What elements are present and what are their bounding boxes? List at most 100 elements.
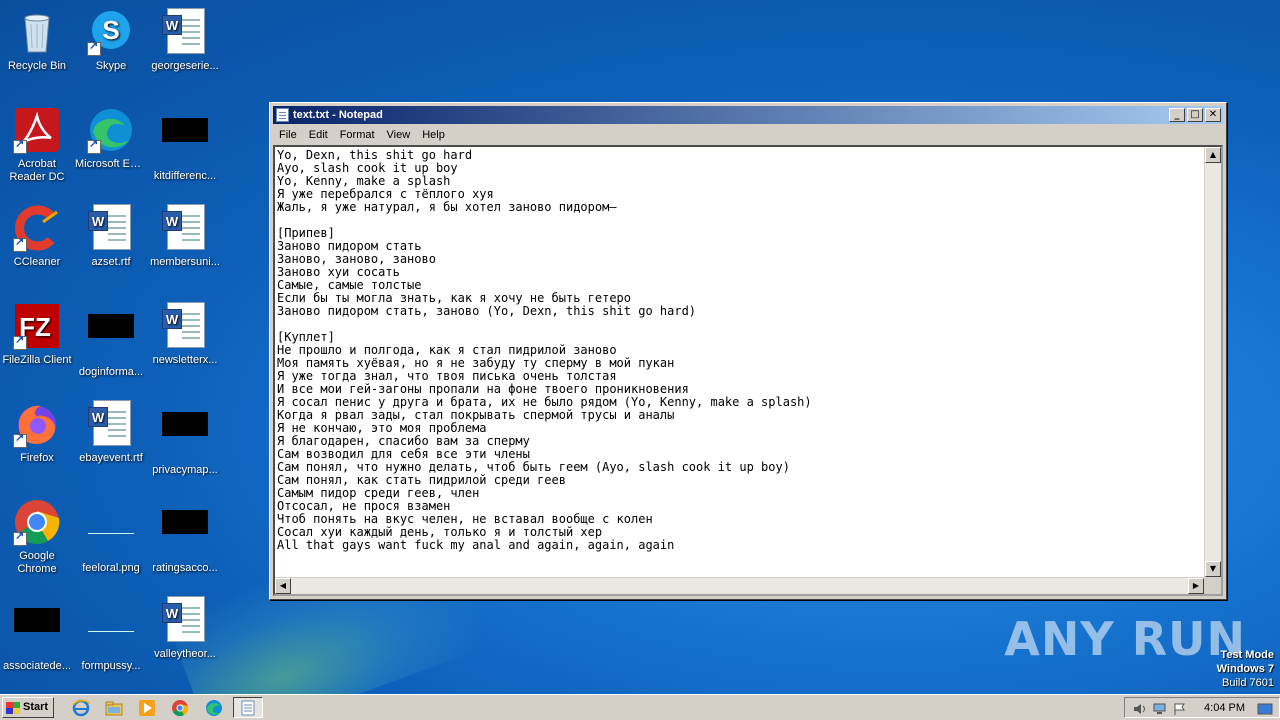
shortcut-arrow-icon (13, 432, 27, 448)
desktop-icon-kitdifferenc[interactable]: kitdifferenc... (148, 106, 222, 183)
clock[interactable]: 4:04 PM (1204, 698, 1245, 718)
chrome-icon[interactable] (171, 699, 189, 717)
desktop-icon-label: newsletterx... (152, 354, 218, 366)
desktop-icon-label: Recycle Bin (7, 60, 67, 72)
image-thumbnail-icon (87, 608, 135, 656)
black-thumbnail-icon (13, 608, 61, 656)
desktop-icon-label: formpussy... (81, 660, 141, 672)
menu-view[interactable]: View (381, 125, 417, 145)
menu-file[interactable]: File (273, 125, 303, 145)
shortcut-arrow-icon (13, 334, 27, 350)
desktop-icon-label: kitdifferenc... (153, 170, 217, 182)
desktop-icon-recycle-bin[interactable]: Recycle Bin (0, 8, 74, 73)
maximize-button[interactable]: □ (1187, 108, 1203, 122)
desktop-icon-label: Skype (95, 60, 127, 72)
scrollbar-corner (1204, 577, 1221, 594)
menu-bar: File Edit Format View Help (273, 125, 1223, 145)
shortcut-arrow-icon (13, 138, 27, 154)
volume-icon[interactable] (1133, 702, 1146, 714)
desktop-icon-azset[interactable]: W azset.rtf (74, 204, 148, 269)
network-icon[interactable] (1153, 702, 1166, 714)
desktop-icon-valleytheor[interactable]: W valleytheor... (148, 596, 222, 661)
desktop-icon-ratingsacco[interactable]: ratingsacco... (148, 498, 222, 575)
desktop-icon-formpussy[interactable]: formpussy... (74, 596, 148, 673)
desktop-icon-label: Firefox (20, 452, 54, 464)
close-button[interactable]: ✕ (1205, 108, 1221, 122)
text-editor-area[interactable]: Yo, Dexn, this shit go hard Ayo, slash c… (273, 145, 1223, 596)
horizontal-scrollbar[interactable]: ◀ ▶ (275, 577, 1204, 594)
menu-help[interactable]: Help (416, 125, 451, 145)
black-thumbnail-icon (87, 314, 135, 362)
desktop-icon-filezilla[interactable]: FZ FileZilla Client (0, 302, 74, 367)
acrobat-reader-icon (13, 106, 61, 154)
scroll-down-button[interactable]: ▼ (1205, 561, 1221, 577)
notepad-title-bar[interactable]: text.txt - Notepad _ □ ✕ (273, 106, 1223, 124)
desktop-icon-label: georgeserie... (151, 60, 219, 72)
scroll-left-button[interactable]: ◀ (275, 578, 291, 594)
desktop-icon-chrome[interactable]: Google Chrome (0, 498, 74, 576)
desktop-icon-georgeserie[interactable]: W georgeserie... (148, 8, 222, 73)
black-thumbnail-icon (161, 510, 209, 558)
show-desktop-icon[interactable] (1257, 702, 1273, 715)
explorer-icon[interactable] (105, 699, 123, 717)
test-mode-line: Test Mode (1220, 649, 1274, 661)
word-document-icon: W (161, 596, 209, 644)
word-document-icon: W (161, 302, 209, 350)
media-player-icon[interactable] (138, 699, 156, 717)
desktop-icon-edge[interactable]: Microsoft Edge (74, 106, 148, 171)
desktop-icon-label: ebayevent.rtf (79, 452, 143, 464)
svg-text:S: S (102, 15, 119, 45)
test-mode-notice: Test Mode Windows 7 Build 7601 (1217, 648, 1274, 690)
action-center-flag-icon[interactable] (1173, 702, 1186, 715)
desktop-icon-label: Google Chrome (17, 550, 57, 575)
desktop-icon-label: azset.rtf (91, 256, 131, 268)
desktop-icon-ccleaner[interactable]: CCleaner (0, 204, 74, 269)
anyrun-watermark: ANY RUN (1004, 612, 1246, 666)
word-document-icon: W (161, 8, 209, 56)
start-button[interactable]: Start (2, 697, 54, 718)
scroll-up-button[interactable]: ▲ (1205, 147, 1221, 163)
vertical-scrollbar[interactable]: ▲ ▼ (1204, 147, 1221, 577)
desktop-icon-ebayevent[interactable]: W ebayevent.rtf (74, 400, 148, 465)
ccleaner-icon (13, 204, 61, 252)
skype-icon: S (87, 8, 135, 56)
word-document-icon: W (87, 204, 135, 252)
document-text[interactable]: Yo, Dexn, this shit go hard Ayo, slash c… (277, 149, 1201, 574)
desktop-icon-label: membersuni... (150, 256, 220, 268)
desktop-icon-membersuni[interactable]: W membersuni... (148, 204, 222, 269)
desktop-icon-acrobat[interactable]: Acrobat Reader DC (0, 106, 74, 184)
window-title: text.txt - Notepad (293, 109, 383, 121)
desktop-icon-newsletterx[interactable]: W newsletterx... (148, 302, 222, 367)
desktop-icon-doginforma[interactable]: doginforma... (74, 302, 148, 379)
desktop-icon-privacymap[interactable]: privacymap... (148, 400, 222, 477)
menu-edit[interactable]: Edit (303, 125, 334, 145)
word-document-icon: W (87, 400, 135, 448)
black-thumbnail-icon (161, 412, 209, 460)
recycle-bin-icon (13, 8, 61, 56)
notepad-icon (241, 700, 255, 716)
menu-format[interactable]: Format (334, 125, 381, 145)
shortcut-arrow-icon (13, 236, 27, 252)
desktop-icon-label: privacymap... (152, 464, 218, 476)
system-tray: 4:04 PM (1124, 697, 1280, 718)
taskbar-notepad-button[interactable] (233, 697, 263, 718)
windows-logo-icon (6, 702, 20, 714)
desktop-icon-label: ratingsacco... (152, 562, 218, 574)
scroll-right-button[interactable]: ▶ (1188, 578, 1204, 594)
desktop-icon-associatede[interactable]: associatede... (0, 596, 74, 673)
chrome-icon (13, 498, 61, 546)
desktop-icon-feeloral[interactable]: feeloral.png (74, 498, 148, 575)
desktop-icon-label: valleytheor... (154, 648, 216, 660)
desktop-icon-firefox[interactable]: Firefox (0, 400, 74, 465)
black-thumbnail-icon (161, 118, 209, 166)
edge-icon[interactable] (205, 699, 223, 717)
firefox-icon (13, 400, 61, 448)
desktop-icon-label: associatede... (3, 660, 71, 672)
ie-icon[interactable] (72, 699, 90, 717)
desktop-icon-label: Microsoft Edge (75, 158, 148, 170)
minimize-button[interactable]: _ (1169, 108, 1185, 122)
shortcut-arrow-icon (87, 138, 101, 154)
watermark-text: ANY RUN (1004, 612, 1246, 666)
notepad-window[interactable]: text.txt - Notepad _ □ ✕ File Edit Forma… (269, 102, 1227, 600)
desktop-icon-skype[interactable]: S Skype (74, 8, 148, 73)
